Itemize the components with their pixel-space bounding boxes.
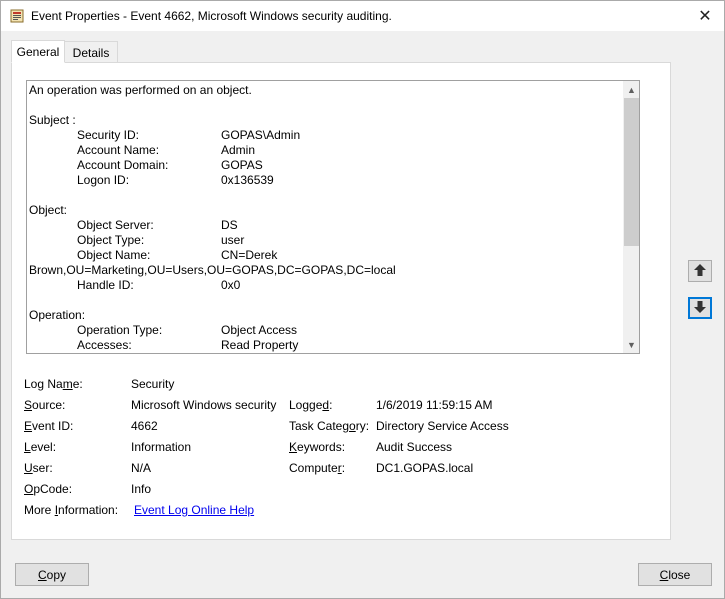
description-field-key: Object Type: — [77, 233, 145, 247]
description-field-value: DS — [221, 218, 238, 232]
opcode-label: OpCode: — [24, 482, 73, 496]
logged-label: Logged: — [289, 398, 333, 412]
event-viewer-icon — [10, 9, 24, 23]
chevron-down-icon: ▼ — [627, 339, 636, 350]
opcode-value: Info — [131, 482, 152, 496]
description-field-value: 0x0 — [221, 278, 241, 292]
description-scrollbar[interactable]: ▲ ▼ — [623, 81, 639, 353]
event-log-online-help-link[interactable]: Event Log Online Help — [134, 503, 254, 517]
description-field-value: Admin — [221, 143, 256, 157]
title-close-button[interactable]: ✕ — [687, 1, 723, 31]
scroll-down-button[interactable]: ▼ — [623, 336, 639, 353]
description-field-key: Account Name: — [77, 143, 160, 157]
description-line: Accesses: Read Property — [29, 338, 623, 353]
description-line: Object: — [29, 203, 623, 218]
description-line-text: An operation was performed on an object. — [29, 83, 252, 97]
arrow-up-icon — [693, 263, 707, 280]
close-button[interactable]: Close — [638, 563, 712, 586]
description-field-key: Object Server: — [77, 218, 154, 232]
description-line — [29, 98, 623, 113]
computer-label: Computer: — [289, 461, 346, 475]
description-field-value: CN=Derek — [221, 248, 278, 262]
user-label: User: — [24, 461, 53, 475]
description-field-value: GOPAS\Admin — [221, 128, 301, 142]
log-name-label: Log Name: — [24, 377, 83, 391]
close-icon: ✕ — [698, 8, 712, 25]
event-properties-grid: Log Name: Security Source: Microsoft Win… — [24, 369, 664, 519]
description-field-value: GOPAS — [221, 158, 263, 172]
more-information-label: More Information: — [24, 503, 119, 517]
description-field-value: Object Access — [221, 323, 298, 337]
tab-details[interactable]: Details — [64, 41, 118, 63]
keywords-label: Keywords: — [289, 440, 346, 454]
keywords-value: Audit Success — [376, 440, 453, 454]
arrow-down-icon — [693, 300, 707, 317]
event-description-box[interactable]: An operation was performed on an object.… — [26, 80, 640, 354]
description-field-value: user — [221, 233, 245, 247]
description-field-value: Read Property — [221, 338, 299, 352]
description-line: Operation: — [29, 308, 623, 323]
description-line: Subject : — [29, 113, 623, 128]
description-line: Security ID: GOPAS\Admin — [29, 128, 623, 143]
description-field-key: Account Domain: — [77, 158, 169, 172]
event-id-label: Event ID: — [24, 419, 74, 433]
description-line-text: Subject : — [29, 113, 76, 127]
title-bar[interactable]: Event Properties - Event 4662, Microsoft… — [1, 1, 724, 31]
description-field-key: Handle ID: — [77, 278, 134, 292]
description-line: Logon ID: 0x136539 — [29, 173, 623, 188]
user-value: N/A — [131, 461, 152, 475]
description-field-value: 0x136539 — [221, 173, 274, 187]
event-description-text: An operation was performed on an object.… — [29, 83, 623, 353]
description-field-key: Security ID: — [77, 128, 140, 142]
general-panel: An operation was performed on an object.… — [11, 62, 671, 540]
tab-general[interactable]: General — [11, 40, 65, 63]
description-field-key: Operation Type: — [77, 323, 163, 337]
source-label: Source: — [24, 398, 66, 412]
event-id-value: 4662 — [131, 419, 158, 433]
description-line-text: Operation: — [29, 308, 86, 322]
description-field-key: Accesses: — [77, 338, 132, 352]
description-line: Operation Type: Object Access — [29, 323, 623, 338]
description-line: Object Name: CN=Derek — [29, 248, 623, 263]
description-line: Object Server: DS — [29, 218, 623, 233]
description-line: An operation was performed on an object. — [29, 83, 623, 98]
source-value: Microsoft Windows security — [131, 398, 277, 412]
copy-button[interactable]: Copy — [15, 563, 89, 586]
description-line: Handle ID: 0x0 — [29, 278, 623, 293]
log-name-value: Security — [131, 377, 175, 391]
level-value: Information — [131, 440, 192, 454]
logged-value: 1/6/2019 11:59:15 AM — [376, 398, 493, 412]
task-category-label: Task Category: — [289, 419, 370, 433]
window-title: Event Properties - Event 4662, Microsoft… — [31, 9, 392, 23]
scrollbar-thumb[interactable] — [624, 98, 639, 246]
event-properties-window: Event Properties - Event 4662, Microsoft… — [0, 0, 725, 599]
description-line: Account Domain: GOPAS — [29, 158, 623, 173]
description-line: Account Name: Admin — [29, 143, 623, 158]
description-line: Brown,OU=Marketing,OU=Users,OU=GOPAS,DC=… — [29, 263, 623, 278]
description-field-key: Logon ID: — [77, 173, 130, 187]
computer-value: DC1.GOPAS.local — [376, 461, 474, 475]
task-category-value: Directory Service Access — [376, 419, 509, 433]
description-line — [29, 188, 623, 203]
description-line — [29, 293, 623, 308]
description-line-text: Brown,OU=Marketing,OU=Users,OU=GOPAS,DC=… — [29, 263, 396, 277]
level-label: Level: — [24, 440, 57, 454]
next-event-button[interactable] — [688, 297, 712, 319]
description-line-text: Object: — [29, 203, 68, 217]
description-line: Object Type: user — [29, 233, 623, 248]
scroll-up-button[interactable]: ▲ — [623, 81, 639, 98]
previous-event-button[interactable] — [688, 260, 712, 282]
description-field-key: Object Name: — [77, 248, 151, 262]
chevron-up-icon: ▲ — [627, 84, 636, 95]
